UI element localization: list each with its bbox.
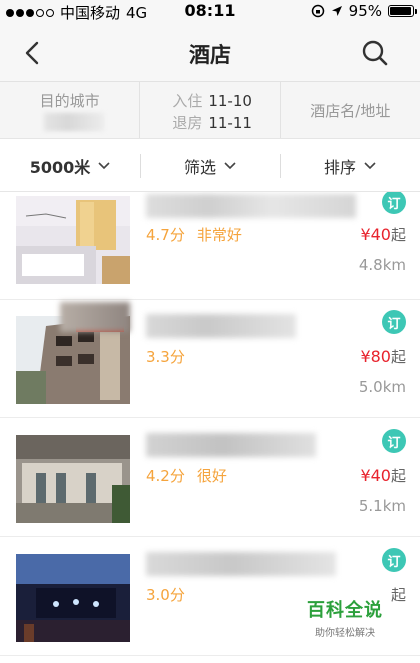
hotel-score: 3.0分	[146, 584, 197, 605]
battery-level	[390, 7, 411, 15]
battery-percent: 95%	[348, 2, 382, 20]
hotel-score: 4.2分 很好	[146, 465, 227, 486]
price-value: ¥40	[360, 466, 391, 485]
chevron-down-icon	[98, 161, 110, 169]
hotel-name-redacted	[146, 552, 336, 576]
page-title: 酒店	[189, 43, 231, 67]
distance: 5.0km	[358, 378, 406, 396]
price: ¥80起	[360, 346, 406, 367]
nav-bar: 酒店	[0, 22, 420, 82]
checkout-line: 退房 11-11	[172, 112, 252, 133]
hotel-list-item[interactable]: 3.3分 订 ¥80起 5.0km	[0, 300, 420, 418]
hotel-search-placeholder: 酒店名/地址	[310, 102, 391, 120]
book-badge[interactable]: 订	[382, 192, 406, 214]
price: ¥40起	[360, 224, 406, 245]
price-suffix: 起	[390, 467, 406, 485]
price-value: ¥80	[360, 347, 391, 366]
hotel-thumbnail	[16, 554, 130, 642]
hotel-score: 4.7分 非常好	[146, 224, 242, 245]
search-criteria-bar: 目的城市 入住 11-10 退房 11-11 酒店名/地址	[0, 82, 420, 139]
price: ¥40起	[360, 465, 406, 486]
sort-dropdown[interactable]: 排序	[280, 140, 420, 191]
filter-label: 筛选	[183, 157, 216, 177]
rating-desc: 很好	[196, 467, 227, 485]
price: 起	[391, 584, 406, 605]
checkout-label: 退房	[172, 114, 203, 132]
checkin-date: 11-10	[208, 92, 252, 110]
chevron-down-icon	[224, 161, 236, 169]
hotel-image-redaction	[60, 302, 130, 332]
hotel-thumbnail	[16, 435, 130, 523]
hotel-search-field[interactable]: 酒店名/地址	[281, 82, 420, 138]
search-button[interactable]	[360, 38, 390, 68]
distance-label: 5000米	[29, 157, 91, 177]
rating-desc: 非常好	[196, 226, 242, 244]
score-value: 3.3分	[146, 348, 185, 366]
score-value: 3.0分	[146, 586, 185, 604]
city-selector[interactable]: 目的城市	[0, 82, 141, 138]
hotel-list-item[interactable]: 4.7分 非常好 订 ¥40起 4.8km	[0, 192, 420, 300]
city-label: 目的城市	[39, 92, 100, 110]
book-badge[interactable]: 订	[382, 310, 406, 334]
location-arrow-icon	[331, 6, 342, 16]
price-suffix: 起	[390, 226, 406, 244]
checkin-label: 入住	[172, 92, 203, 110]
score-value: 4.2分	[146, 467, 185, 485]
hotel-name-redacted	[146, 433, 316, 457]
date-selector[interactable]: 入住 11-10 退房 11-11	[140, 82, 281, 138]
hotel-name-redacted	[146, 314, 296, 338]
checkin-line: 入住 11-10	[172, 90, 252, 111]
search-icon	[362, 40, 388, 66]
watermark-subtitle: 助你轻松解决	[315, 628, 375, 639]
score-value: 4.7分	[146, 226, 185, 244]
price-suffix: 起	[390, 586, 406, 604]
status-right: 95%	[311, 2, 417, 20]
filter-dropdown[interactable]: 筛选	[140, 140, 280, 191]
city-value-redacted	[44, 113, 104, 131]
hotel-list: 4.7分 非常好 订 ¥40起 4.8km 3.3分 订 ¥80起 5.0km …	[0, 192, 420, 663]
checkout-date: 11-11	[208, 114, 252, 132]
distance: 4.8km	[358, 256, 406, 274]
sort-filter-bar: 5000米 筛选 排序	[0, 140, 420, 192]
distance-dropdown[interactable]: 5000米	[0, 140, 140, 191]
hotel-name-redacted	[146, 194, 356, 218]
sort-label: 排序	[323, 157, 356, 177]
distance: 5.1km	[358, 497, 406, 515]
book-badge[interactable]: 订	[382, 548, 406, 572]
chevron-down-icon	[364, 161, 376, 169]
status-bar: 中国移动 4G 08:11 95%	[0, 0, 420, 22]
watermark-title: 百科全说	[307, 600, 383, 621]
rotation-lock-icon	[311, 4, 324, 18]
battery-icon	[388, 5, 417, 17]
hotel-list-item[interactable]: 4.2分 很好 订 ¥40起 5.1km	[0, 419, 420, 537]
hotel-score: 3.3分	[146, 346, 197, 367]
price-suffix: 起	[390, 348, 406, 366]
hotel-thumbnail	[16, 196, 130, 284]
price-value: ¥40	[360, 225, 391, 244]
book-badge[interactable]: 订	[382, 429, 406, 453]
watermark-logo: 百科全说 助你轻松解决	[300, 596, 390, 639]
